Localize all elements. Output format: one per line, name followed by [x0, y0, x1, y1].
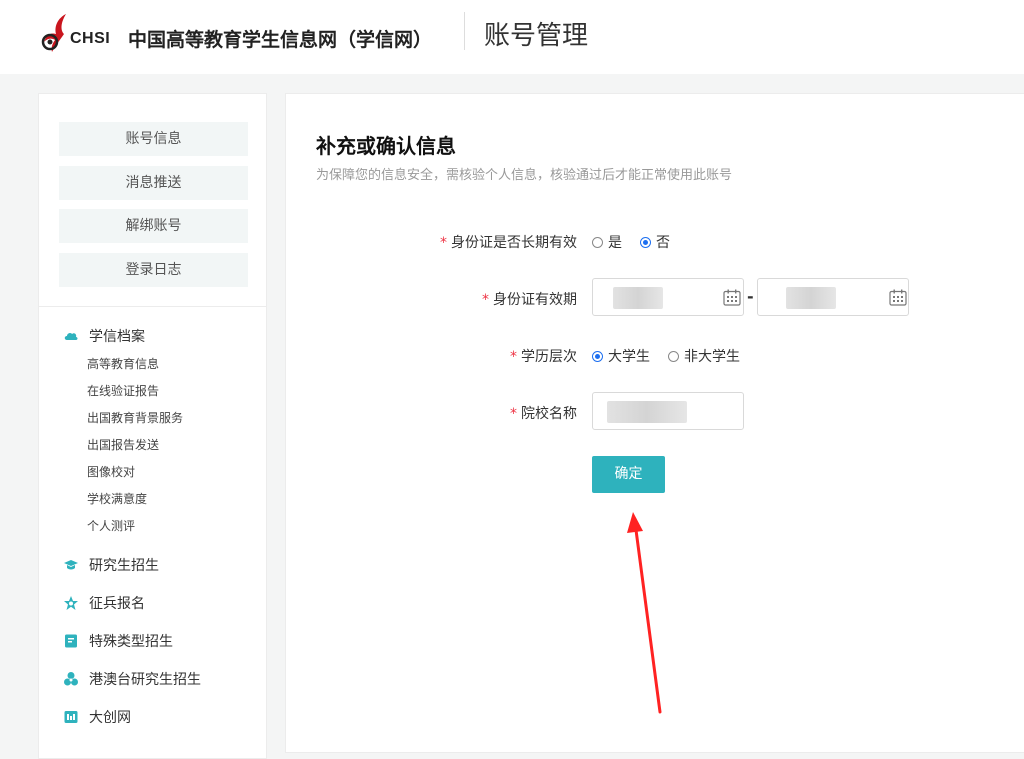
sidebar-subitem[interactable]: 学校满意度 [87, 491, 147, 507]
sidebar-group-xuexin-archive[interactable]: 学信档案 [63, 326, 145, 346]
sidebar-subitem[interactable]: 个人测评 [87, 518, 135, 534]
school-name-input[interactable] [592, 392, 744, 430]
redacted-value [607, 401, 687, 423]
sidebar-subitem[interactable]: 在线验证报告 [87, 383, 159, 399]
confirm-button[interactable]: 确定 [592, 456, 665, 493]
validity-label: * 身份证有效期 [482, 289, 577, 309]
education-radio-group: 大学生 非大学生 [592, 346, 758, 366]
sidebar-group-hk-macao-taiwan[interactable]: 港澳台研究生招生 [63, 669, 201, 689]
long-term-label-text: 身份证是否长期有效 [451, 235, 577, 251]
education-option-non-college[interactable]: 非大学生 [668, 346, 740, 366]
form-title: 补充或确认信息 [316, 134, 456, 158]
header-divider [464, 12, 465, 50]
calendar-icon[interactable] [723, 289, 741, 306]
star-icon [64, 596, 78, 610]
radio-circle-selected[interactable] [592, 350, 603, 362]
group-label: 学信档案 [89, 329, 145, 345]
radio-circle[interactable] [592, 236, 603, 248]
sidebar-group-conscription[interactable]: 征兵报名 [63, 593, 145, 613]
long-term-label: * 身份证是否长期有效 [440, 232, 577, 252]
logo-text: CHSI [70, 30, 111, 47]
validity-label-text: 身份证有效期 [493, 292, 577, 308]
date-range-separator: - [747, 287, 754, 306]
circles-icon [64, 672, 78, 686]
long-term-option-no[interactable]: 否 [640, 232, 670, 252]
cloud-icon [64, 332, 78, 340]
required-mark: * [510, 406, 517, 422]
sidebar: 账号信息 消息推送 解绑账号 登录日志 学信档案 高等教育信息 在线验证报告 出… [38, 93, 267, 759]
required-mark: * [482, 292, 489, 308]
chart-box-icon [64, 711, 78, 723]
group-label: 港澳台研究生招生 [89, 672, 201, 688]
radio-circle[interactable] [668, 350, 679, 362]
radio-circle-selected[interactable] [640, 236, 651, 248]
group-label: 研究生招生 [89, 558, 159, 574]
school-label: * 院校名称 [510, 403, 577, 423]
option-label: 非大学生 [684, 349, 740, 365]
group-label: 征兵报名 [89, 596, 145, 612]
group-label: 大创网 [89, 710, 131, 726]
required-mark: * [440, 235, 447, 251]
top-header: CHSI 中国高等教育学生信息网（学信网） 账号管理 [0, 0, 1024, 74]
sidebar-group-graduate-admission[interactable]: 研究生招生 [63, 555, 159, 575]
page-title: 账号管理 [484, 21, 589, 51]
required-mark: * [510, 349, 517, 365]
long-term-option-yes[interactable]: 是 [592, 232, 622, 252]
sidebar-subitem[interactable]: 高等教育信息 [87, 356, 159, 372]
validity-end-date-input[interactable] [757, 278, 909, 316]
sidebar-subitem[interactable]: 出国教育背景服务 [87, 410, 183, 426]
chsi-logo-icon [41, 14, 66, 52]
education-label: * 学历层次 [510, 346, 577, 366]
validity-start-date-input[interactable] [592, 278, 744, 316]
sidebar-item-unbind-account[interactable]: 解绑账号 [59, 209, 248, 243]
main-card: 补充或确认信息 为保障您的信息安全，需核验个人信息，核验通过后才能正常使用此账号… [285, 93, 1024, 753]
group-label: 特殊类型招生 [89, 634, 173, 650]
education-option-college[interactable]: 大学生 [592, 346, 650, 366]
sidebar-group-special-admission[interactable]: 特殊类型招生 [63, 631, 173, 651]
sidebar-divider [39, 306, 266, 307]
calendar-icon[interactable] [889, 289, 907, 306]
redacted-value [613, 287, 663, 309]
school-label-text: 院校名称 [521, 406, 577, 422]
sidebar-group-dachuang[interactable]: 大创网 [63, 707, 131, 727]
long-term-radio-group: 是 否 [592, 232, 688, 252]
site-name[interactable]: 中国高等教育学生信息网（学信网） [128, 25, 432, 52]
graduation-cap-icon [64, 560, 78, 570]
education-label-text: 学历层次 [521, 349, 577, 365]
sidebar-item-message-push[interactable]: 消息推送 [59, 166, 248, 200]
sidebar-subitem[interactable]: 出国报告发送 [87, 437, 159, 453]
sidebar-item-login-log[interactable]: 登录日志 [59, 253, 248, 287]
sidebar-subitem[interactable]: 图像校对 [87, 464, 135, 480]
redacted-value [786, 287, 836, 309]
book-icon [65, 634, 77, 648]
form-subtitle: 为保障您的信息安全，需核验个人信息，核验通过后才能正常使用此账号 [316, 168, 733, 183]
option-label: 是 [608, 235, 622, 251]
option-label: 大学生 [608, 349, 650, 365]
option-label: 否 [656, 235, 670, 251]
sidebar-item-account-info[interactable]: 账号信息 [59, 122, 248, 156]
